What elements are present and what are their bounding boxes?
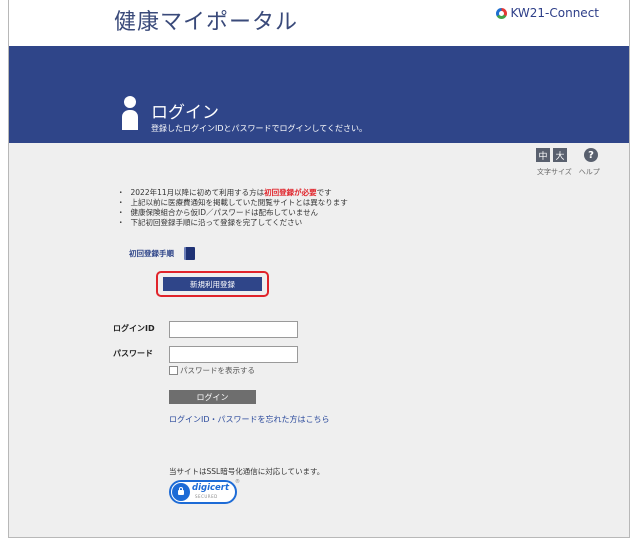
show-password-toggle[interactable]: パスワードを表示する — [169, 365, 255, 376]
brand-label: KW21-Connect — [510, 6, 599, 20]
list-item: 健康保険組合から仮ID／パスワードは配布していません — [117, 208, 348, 218]
page-frame: 健康マイポータル KW21-Connect ログイン 登録したログインIDとパス… — [8, 0, 630, 538]
login-banner: ログイン 登録したログインIDとパスワードでログインしてください。 — [9, 46, 629, 143]
site-header: 健康マイポータル KW21-Connect — [9, 0, 629, 46]
tool-labels: 文字サイズ ヘルプ — [537, 167, 600, 177]
password-input[interactable] — [169, 346, 298, 363]
first-registration-highlight: 初回登録が必要 — [264, 188, 317, 197]
accessibility-tools: 中 大 ? — [536, 148, 598, 162]
new-registration-button[interactable]: 新規利用登録 — [163, 277, 262, 291]
notice-list: 2022年11月以降に初めて利用する方は初回登録が必要です 上記以前に医療費通知… — [117, 188, 348, 228]
show-password-label[interactable]: パスワードを表示する — [180, 365, 255, 376]
registered-mark: ® — [235, 479, 240, 485]
show-password-checkbox[interactable] — [169, 366, 178, 375]
list-item: 上記以前に医療費通知を掲載していた閲覧サイトとは異なります — [117, 198, 348, 208]
login-id-input[interactable] — [169, 321, 298, 338]
digicert-sub: SECURED — [195, 494, 218, 499]
help-icon[interactable]: ? — [584, 148, 598, 162]
list-item: 下記初回登録手順に沿って登録を完了してください — [117, 218, 348, 228]
font-size-large-button[interactable]: 大 — [553, 148, 567, 162]
ssl-notice: 当サイトはSSL暗号化通信に対応しています。 — [169, 467, 325, 476]
person-icon — [122, 96, 138, 130]
forgot-credentials-link[interactable]: ログインID・パスワードを忘れた方はこちら — [169, 414, 330, 425]
brand[interactable]: KW21-Connect — [496, 6, 599, 20]
lock-icon — [178, 487, 184, 495]
login-button[interactable]: ログイン — [169, 390, 256, 404]
font-size-label: 文字サイズ — [537, 168, 572, 176]
password-label: パスワード — [113, 349, 153, 358]
digicert-name: digicert — [192, 483, 230, 493]
digicert-badge[interactable]: digicert SECURED ® — [169, 479, 240, 504]
registration-guide-label[interactable]: 初回登録手順 — [129, 248, 174, 259]
registration-guide[interactable]: 初回登録手順 — [129, 247, 195, 260]
book-icon[interactable] — [184, 247, 195, 260]
kw21-logo-icon — [496, 7, 508, 19]
page-title: ログイン — [151, 103, 219, 123]
login-id-label: ログインID — [113, 324, 155, 333]
help-label[interactable]: ヘルプ — [579, 167, 600, 177]
site-title: 健康マイポータル — [114, 10, 299, 35]
font-size-medium-button[interactable]: 中 — [536, 148, 550, 162]
list-item: 2022年11月以降に初めて利用する方は初回登録が必要です — [117, 188, 348, 198]
page-subtitle: 登録したログインIDとパスワードでログインしてください。 — [151, 124, 368, 133]
